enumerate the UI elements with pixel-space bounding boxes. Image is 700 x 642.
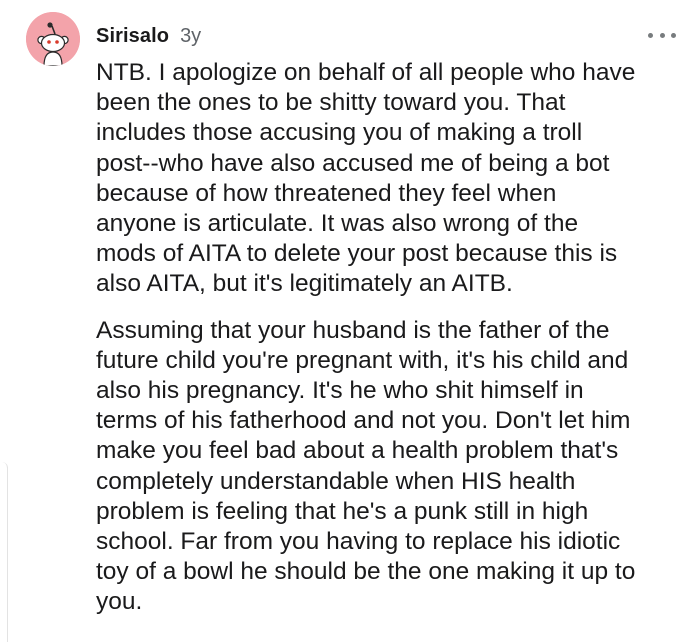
snoo-avatar-icon [26,12,80,66]
comment: Sirisalo 3y NTB. I apologize on behalf o… [0,0,700,642]
comment-body: NTB. I apologize on behalf of all people… [96,58,686,618]
comment-header: Sirisalo 3y [96,22,201,50]
username-link[interactable]: Sirisalo [96,25,169,48]
user-avatar[interactable] [26,12,80,66]
more-horizontal-icon [671,32,676,38]
comment-timestamp[interactable]: 3y [180,25,201,48]
comment-paragraph: NTB. I apologize on behalf of all people… [96,59,636,298]
more-horizontal-icon [648,32,653,38]
more-options-button[interactable] [648,28,676,42]
more-horizontal-icon [659,32,665,38]
thread-line[interactable] [0,462,8,642]
comment-paragraph: Assuming that your husband is the father… [96,316,636,616]
